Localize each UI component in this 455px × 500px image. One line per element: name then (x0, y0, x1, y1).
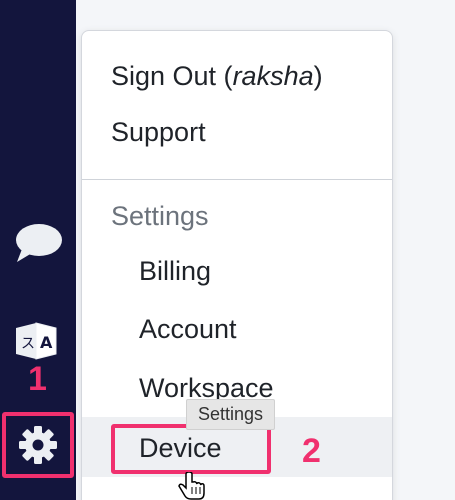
device-highlight-box (111, 424, 271, 474)
hand-pointer-cursor-icon (178, 472, 205, 500)
settings-section-header: Settings (111, 201, 209, 231)
sign-out-username: raksha (232, 61, 314, 91)
gear-icon (19, 426, 57, 464)
svg-text:A: A (40, 333, 53, 352)
support-menu-item[interactable]: Support (111, 117, 206, 148)
sign-out-label-end: ) (313, 61, 323, 91)
settings-gear-button[interactable] (2, 412, 74, 478)
sidebar: ス A (0, 0, 76, 500)
menu-divider (82, 179, 392, 180)
svg-text:ス: ス (21, 336, 35, 352)
sign-out-label: Sign Out ( (111, 61, 233, 91)
app-screen: ス A 1 Sign Out (raksha) Support Settings… (0, 0, 455, 500)
translate-icon[interactable]: ス A (12, 318, 60, 366)
settings-tooltip: Settings (186, 399, 276, 430)
account-menu-item[interactable]: Account (139, 314, 237, 345)
step-2-annotation: 2 (302, 432, 321, 470)
chat-bubble-icon[interactable] (10, 218, 66, 268)
billing-menu-item[interactable]: Billing (139, 256, 211, 287)
step-1-annotation: 1 (28, 360, 47, 398)
sign-out-menu-item[interactable]: Sign Out (raksha) (111, 61, 323, 92)
